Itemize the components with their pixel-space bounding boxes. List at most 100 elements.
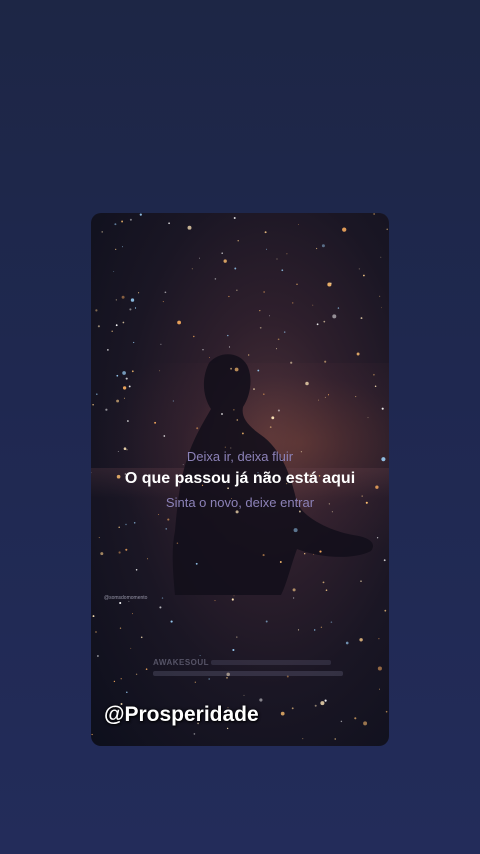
star — [385, 710, 388, 713]
star — [379, 295, 381, 297]
star — [248, 354, 250, 356]
star — [121, 246, 124, 248]
star — [373, 373, 375, 376]
star — [233, 217, 236, 219]
star — [297, 629, 300, 631]
star — [161, 597, 164, 599]
star — [122, 321, 125, 324]
star — [96, 393, 98, 395]
star — [131, 370, 134, 373]
star — [253, 388, 255, 391]
star — [330, 282, 332, 285]
star — [214, 600, 216, 602]
star — [130, 298, 135, 302]
star — [232, 648, 235, 652]
star — [280, 711, 285, 716]
star — [334, 738, 336, 740]
star — [227, 334, 229, 337]
lyric-next-line: Sinta o novo, deixe entrar — [165, 495, 315, 510]
star — [236, 419, 239, 421]
star — [125, 548, 128, 551]
star — [220, 412, 224, 416]
star — [322, 581, 325, 584]
star — [358, 268, 360, 270]
star — [133, 341, 135, 344]
star — [316, 247, 318, 250]
star — [360, 580, 362, 582]
star — [269, 426, 272, 428]
star — [113, 270, 115, 272]
star — [223, 259, 227, 263]
star — [170, 620, 173, 623]
star — [231, 598, 234, 601]
creator-handle[interactable]: @Prosperidade — [104, 703, 259, 727]
star — [176, 542, 179, 544]
star — [128, 600, 130, 602]
star — [100, 552, 104, 556]
star — [92, 404, 94, 406]
star — [98, 537, 100, 539]
star — [118, 526, 120, 528]
star — [118, 551, 121, 554]
star — [119, 627, 122, 629]
star — [172, 400, 174, 402]
star — [164, 291, 167, 294]
star — [241, 432, 244, 435]
star — [196, 427, 199, 430]
star — [286, 253, 288, 255]
star — [373, 213, 375, 215]
star — [376, 537, 379, 539]
star — [208, 678, 211, 680]
star — [236, 636, 238, 638]
star — [145, 668, 148, 670]
star — [269, 315, 271, 317]
star — [384, 609, 387, 612]
star — [292, 597, 295, 599]
star — [134, 307, 137, 309]
star — [101, 231, 103, 233]
star — [277, 338, 280, 341]
star — [302, 738, 304, 740]
star — [291, 302, 294, 304]
star — [193, 733, 196, 735]
star — [139, 213, 142, 216]
star — [275, 348, 278, 350]
star — [264, 231, 267, 234]
star — [332, 314, 337, 319]
video-card[interactable]: Deixa ir, deixa fluir O que passou já nã… — [91, 213, 389, 746]
star — [319, 550, 322, 553]
star — [342, 227, 347, 232]
star — [321, 244, 325, 248]
star — [314, 704, 317, 707]
star — [259, 698, 263, 702]
star — [367, 417, 369, 419]
star — [91, 733, 93, 736]
star — [383, 559, 386, 562]
star — [202, 349, 204, 351]
star — [276, 258, 278, 260]
star — [177, 320, 182, 325]
watermark-text-faded-2 — [153, 671, 343, 676]
star — [316, 323, 319, 326]
star — [226, 727, 229, 730]
star — [129, 308, 132, 311]
star — [122, 371, 126, 375]
star — [259, 326, 262, 329]
star — [292, 588, 296, 592]
star — [380, 256, 382, 258]
star — [257, 369, 260, 372]
star — [378, 688, 381, 690]
star — [359, 638, 363, 642]
star — [224, 446, 226, 448]
star — [324, 699, 327, 702]
star — [226, 677, 228, 679]
star — [230, 367, 233, 370]
star — [138, 292, 140, 294]
star — [380, 307, 382, 309]
star — [327, 394, 330, 396]
star — [279, 561, 282, 563]
star — [119, 601, 122, 605]
star — [345, 641, 349, 645]
star — [323, 320, 326, 323]
star — [386, 228, 388, 231]
